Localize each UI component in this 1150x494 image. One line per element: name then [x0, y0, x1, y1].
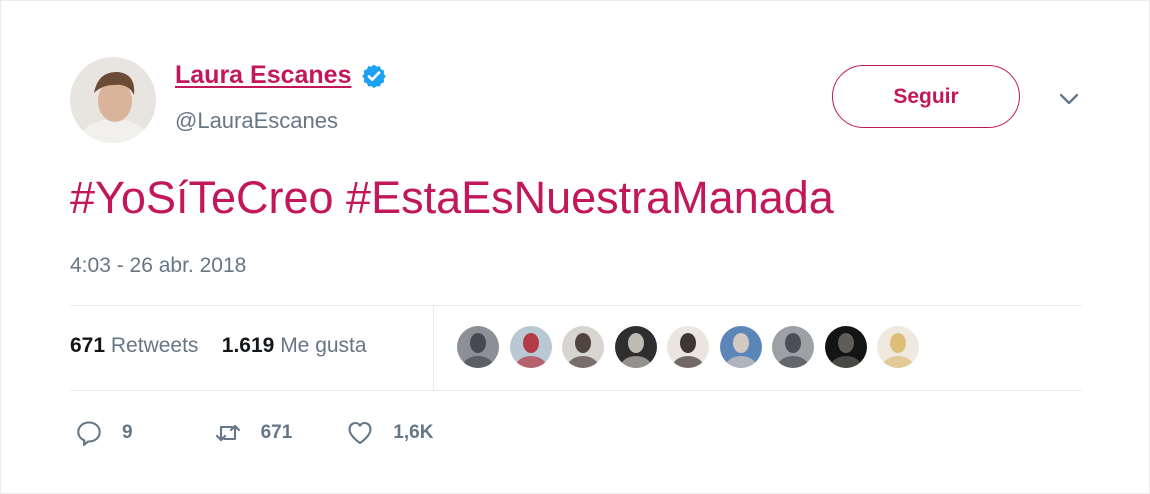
liker-avatar-image	[619, 333, 652, 368]
like-count: 1,6K	[393, 422, 434, 443]
liker-avatar[interactable]	[562, 326, 604, 368]
user-name[interactable]: Laura Escanes	[175, 61, 352, 90]
liker-avatar-image	[777, 333, 809, 368]
retweet-icon	[215, 424, 240, 442]
likes-count: 1.619	[221, 334, 275, 357]
retweet-button[interactable]: 671	[214, 419, 293, 447]
chevron-down-icon[interactable]	[1056, 89, 1082, 109]
likes-stat[interactable]: 1.619 Me gusta	[222, 334, 367, 357]
stats-divider	[433, 306, 434, 390]
retweets-stat[interactable]: 671 Retweets	[70, 334, 198, 357]
retweet-count: 671	[260, 422, 293, 443]
liker-avatar[interactable]	[877, 326, 919, 368]
reply-button[interactable]: 9	[75, 419, 133, 447]
liker-avatar-image	[882, 333, 914, 368]
user-handle[interactable]: @LauraEscanes	[175, 108, 338, 134]
follow-button[interactable]: Seguir	[832, 65, 1020, 128]
verified-badge-icon	[361, 64, 386, 88]
tweet-text: #YoSíTeCreo #EstaEsNuestraManada	[70, 172, 834, 224]
retweets-count: 671	[70, 334, 106, 357]
liker-avatar-image	[514, 333, 547, 368]
liker-avatar-image	[829, 333, 862, 368]
liker-avatar-image	[567, 333, 599, 368]
like-button[interactable]: 1,6K	[346, 419, 433, 447]
liker-avatar[interactable]	[719, 326, 762, 368]
liker-avatar[interactable]	[772, 326, 814, 368]
heart-icon	[348, 421, 372, 445]
reply-count: 9	[122, 422, 133, 443]
hashtag-link[interactable]: #YoSíTeCreo	[70, 172, 334, 223]
tweet-timestamp[interactable]: 4:03 - 26 abr. 2018	[70, 254, 246, 278]
liker-avatar[interactable]	[614, 326, 657, 368]
liker-avatars	[457, 326, 930, 368]
divider	[70, 390, 1082, 391]
liker-avatar[interactable]	[509, 326, 552, 368]
user-name-row: Laura Escanes	[175, 61, 387, 90]
liker-avatar-image	[672, 333, 704, 368]
liker-avatar[interactable]	[667, 326, 709, 368]
tweet-actions: 9 671 1,6K	[75, 419, 433, 447]
likes-label: Me gusta	[280, 334, 367, 357]
tweet-card: Laura Escanes @LauraEscanes Seguir #YoSí…	[0, 0, 1150, 494]
tweet-stats: 671 Retweets 1.619 Me gusta	[70, 334, 367, 358]
reply-icon	[77, 421, 101, 446]
liker-avatar[interactable]	[824, 326, 867, 368]
divider	[70, 305, 1082, 306]
avatar[interactable]	[70, 57, 156, 143]
liker-avatar[interactable]	[457, 326, 499, 368]
hashtag-link[interactable]: #EstaEsNuestraManada	[346, 172, 834, 223]
retweets-label: Retweets	[110, 334, 199, 357]
liker-avatar-image	[724, 333, 757, 368]
liker-avatar-image	[462, 333, 494, 368]
avatar-image	[70, 57, 156, 143]
